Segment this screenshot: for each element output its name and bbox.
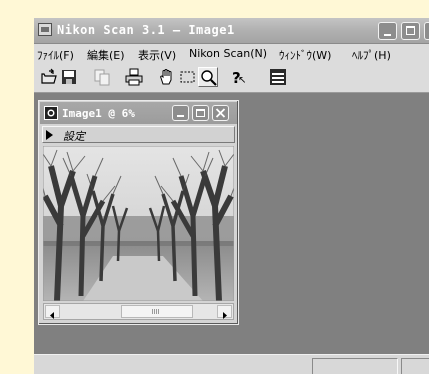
zoom-button[interactable] (198, 67, 218, 87)
help-icon: ? ↖ (232, 69, 246, 86)
tree-avenue-photo (43, 146, 234, 301)
hand-tool-button[interactable] (157, 67, 177, 87)
settings-label: 設定 (63, 130, 85, 143)
menu-view[interactable]: 表示(V) (138, 47, 176, 63)
settings-toggle[interactable]: 設定 (42, 126, 235, 143)
arrow-left-icon (50, 312, 54, 319)
scanned-image[interactable] (43, 146, 234, 301)
maximize-button[interactable] (401, 22, 420, 40)
menu-edit[interactable]: 編集(E) (87, 47, 125, 63)
svg-text:↖: ↖ (238, 75, 246, 86)
status-bar (34, 354, 429, 374)
image-window-icon[interactable] (44, 106, 58, 120)
menu-nikon-scan[interactable]: Nikon Scan(N) (189, 47, 267, 60)
toolbar: ? ↖ (34, 62, 429, 93)
save-button[interactable] (59, 67, 79, 87)
marquee-select-button[interactable] (178, 67, 198, 87)
tool-palette-button[interactable] (268, 67, 288, 87)
app-window: Nikon Scan 3.1 – Image1 ﾌｧｲﾙ(F) 編集(E) 表示… (34, 18, 429, 374)
scroll-left-button[interactable] (45, 305, 60, 319)
menu-window[interactable]: ｳｨﾝﾄﾞｳ(W) (279, 47, 331, 63)
window-title: Nikon Scan 3.1 – Image1 (57, 23, 235, 37)
expand-arrow-icon (46, 130, 53, 140)
help-button[interactable]: ? ↖ (227, 67, 247, 87)
zoom-icon (201, 70, 217, 86)
status-panel (312, 358, 398, 374)
image-window-minimize-button[interactable] (172, 105, 189, 121)
image-window-title-bar[interactable]: Image1 @ 6% (40, 102, 237, 124)
marquee-select-icon (180, 71, 195, 83)
title-bar[interactable]: Nikon Scan 3.1 – Image1 (34, 18, 429, 44)
menu-help[interactable]: ﾍﾙﾌﾟ(H) (352, 47, 391, 63)
print-button[interactable] (124, 67, 144, 87)
maximize-icon (196, 109, 205, 117)
arrow-right-icon (223, 312, 227, 319)
status-panel (401, 358, 429, 374)
hand-tool-icon (160, 69, 172, 85)
tool-palette-icon (270, 69, 286, 85)
print-icon (125, 68, 143, 86)
menu-file[interactable]: ﾌｧｲﾙ(F) (37, 47, 74, 63)
menu-bar: ﾌｧｲﾙ(F) 編集(E) 表示(V) Nikon Scan(N) ｳｨﾝﾄﾞｳ… (34, 44, 429, 62)
minimize-icon (177, 115, 184, 117)
scroll-right-button[interactable] (217, 305, 232, 319)
image-window-maximize-button[interactable] (192, 105, 209, 121)
horizontal-scrollbar[interactable] (43, 303, 234, 320)
save-disk-icon (62, 70, 76, 84)
app-icon[interactable] (38, 23, 52, 36)
image-window-close-button[interactable] (212, 105, 229, 121)
close-icon (215, 108, 226, 118)
scrollbar-thumb[interactable] (121, 305, 193, 318)
copy-button[interactable] (92, 67, 112, 87)
copy-icon (94, 69, 110, 86)
open-folder-icon (41, 68, 57, 84)
image-window-title: Image1 @ 6% (62, 107, 135, 120)
image-window: Image1 @ 6% 設定 (38, 100, 239, 325)
open-button[interactable] (39, 67, 59, 87)
close-button[interactable] (424, 22, 429, 40)
minimize-button[interactable] (378, 22, 397, 40)
